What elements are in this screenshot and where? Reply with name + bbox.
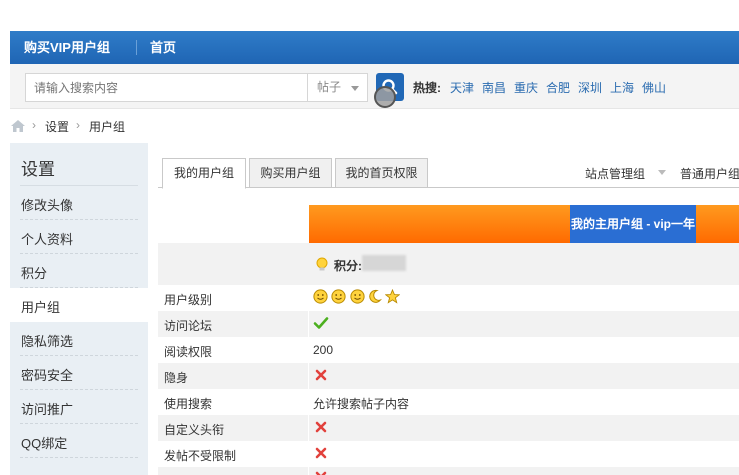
group-header-spacer [158, 205, 309, 243]
admin-group-dropdown[interactable]: 站点管理组 [585, 165, 645, 182]
breadcrumb-separator: › [32, 118, 36, 132]
permission-key: 用户级别 [164, 293, 213, 307]
hot-link[interactable]: 上海 [610, 79, 634, 96]
permission-row: 访问论坛 [158, 311, 739, 337]
permission-row: 发帖不受限制 [158, 441, 739, 467]
smiley-icon [350, 289, 365, 304]
settings-sidebar: 设置 修改头像 个人资料 积分 用户组 隐私筛选 密码安全 访问推广 QQ绑定 [10, 143, 148, 475]
hot-link[interactable]: 合肥 [546, 79, 570, 96]
sidebar-item-label: 隐私筛选 [21, 334, 74, 349]
sidebar-item-label: QQ绑定 [21, 436, 68, 451]
tab-label: 我的首页权限 [345, 166, 418, 180]
permission-row: 隐身 [158, 363, 739, 389]
cross-icon [315, 447, 327, 459]
sidebar-item-qq[interactable]: QQ绑定 [10, 424, 148, 458]
search-type-select[interactable]: 帖子 [307, 73, 368, 102]
search-input[interactable] [25, 73, 308, 102]
hot-link[interactable]: 佛山 [642, 79, 666, 96]
nav-home[interactable]: 首页 [150, 31, 176, 64]
points-value-redacted [362, 255, 406, 271]
star-icon [385, 289, 401, 304]
mouse-cursor-indicator [374, 86, 396, 108]
tab-bar: 我的用户组 购买用户组 我的首页权限 站点管理组 普通用户组 [158, 156, 739, 189]
permission-key: 自定义头衔 [164, 423, 225, 437]
smiley-icon [313, 289, 328, 304]
sidebar-item-password[interactable]: 密码安全 [10, 356, 148, 390]
tab-buy-usergroup[interactable]: 购买用户组 [249, 158, 332, 188]
main-content: 我的用户组 购买用户组 我的首页权限 站点管理组 普通用户组 我的主用户组 - … [148, 143, 739, 475]
chevron-down-icon [658, 170, 666, 175]
permission-value: 允许搜索帖子内容 [313, 397, 410, 411]
sidebar-item-promotion[interactable]: 访问推广 [10, 390, 148, 424]
breadcrumb-separator: › [76, 118, 80, 132]
hot-link[interactable]: 深圳 [578, 79, 602, 96]
normal-group-dropdown[interactable]: 普通用户组 [680, 165, 739, 182]
hot-link[interactable]: 天津 [450, 79, 474, 96]
permission-key: 阅读权限 [164, 345, 213, 359]
check-icon [313, 317, 329, 329]
sidebar-item-avatar[interactable]: 修改头像 [10, 186, 148, 220]
sidebar-item-label: 访问推广 [21, 402, 74, 417]
home-icon[interactable] [10, 119, 26, 133]
breadcrumb-usergroup[interactable]: 用户组 [89, 118, 125, 135]
tab-my-usergroup[interactable]: 我的用户组 [162, 158, 246, 189]
user-level-icons [313, 289, 401, 304]
smiley-icon [331, 289, 346, 304]
tab-label: 购买用户组 [260, 166, 321, 180]
sidebar-item-label: 积分 [21, 266, 48, 281]
permission-row [158, 467, 739, 475]
hot-link[interactable]: 重庆 [514, 79, 538, 96]
points-row-spacer [158, 243, 309, 285]
column-divider [308, 467, 309, 475]
sidebar-item-usergroup[interactable]: 用户组 [10, 288, 148, 322]
points-label: 积分: [334, 259, 362, 273]
sidebar-item-label: 用户组 [21, 300, 61, 315]
permission-row: 自定义头衔 [158, 415, 739, 441]
points-row: 积分: [158, 243, 739, 285]
top-nav-bar: 购买VIP用户组 首页 [10, 31, 739, 64]
permission-key: 访问论坛 [164, 319, 213, 333]
permission-value: 200 [313, 343, 334, 357]
hot-search-label: 热搜: [413, 81, 441, 95]
group-header-title: 我的主用户组 - vip一年 [570, 205, 696, 243]
column-divider [308, 311, 309, 337]
sidebar-item-label: 修改头像 [21, 198, 74, 213]
nav-buy-vip[interactable]: 购买VIP用户组 [24, 31, 110, 64]
cross-icon [315, 421, 327, 433]
sidebar-item-profile[interactable]: 个人资料 [10, 220, 148, 254]
permission-row: 使用搜索 允许搜索帖子内容 [158, 389, 739, 415]
nav-divider [136, 40, 137, 55]
cross-icon [315, 369, 327, 381]
sidebar-title: 设置 [21, 160, 55, 179]
group-header-band: 我的主用户组 - vip一年 [309, 205, 739, 243]
tab-home-permissions[interactable]: 我的首页权限 [335, 158, 428, 188]
permission-row: 阅读权限 200 [158, 337, 739, 363]
column-divider [308, 363, 309, 389]
chevron-down-icon [351, 86, 359, 91]
permission-key: 隐身 [164, 371, 189, 385]
cross-icon [315, 471, 327, 475]
permission-key: 使用搜索 [164, 397, 213, 411]
sidebar-item-label: 个人资料 [21, 232, 74, 247]
search-type-value: 帖子 [317, 80, 342, 94]
sidebar-item-label: 密码安全 [21, 368, 74, 383]
permission-key: 发帖不受限制 [164, 449, 237, 463]
lightbulb-icon [316, 257, 328, 271]
sidebar-item-points[interactable]: 积分 [10, 254, 148, 288]
hot-link[interactable]: 南昌 [482, 79, 506, 96]
sidebar-item-privacy[interactable]: 隐私筛选 [10, 322, 148, 356]
moon-icon [369, 290, 382, 304]
breadcrumb-settings[interactable]: 设置 [45, 118, 69, 135]
tab-label: 我的用户组 [173, 166, 234, 180]
sidebar-divider [20, 457, 138, 458]
permission-row: 用户级别 [158, 285, 739, 311]
column-divider [308, 415, 309, 441]
